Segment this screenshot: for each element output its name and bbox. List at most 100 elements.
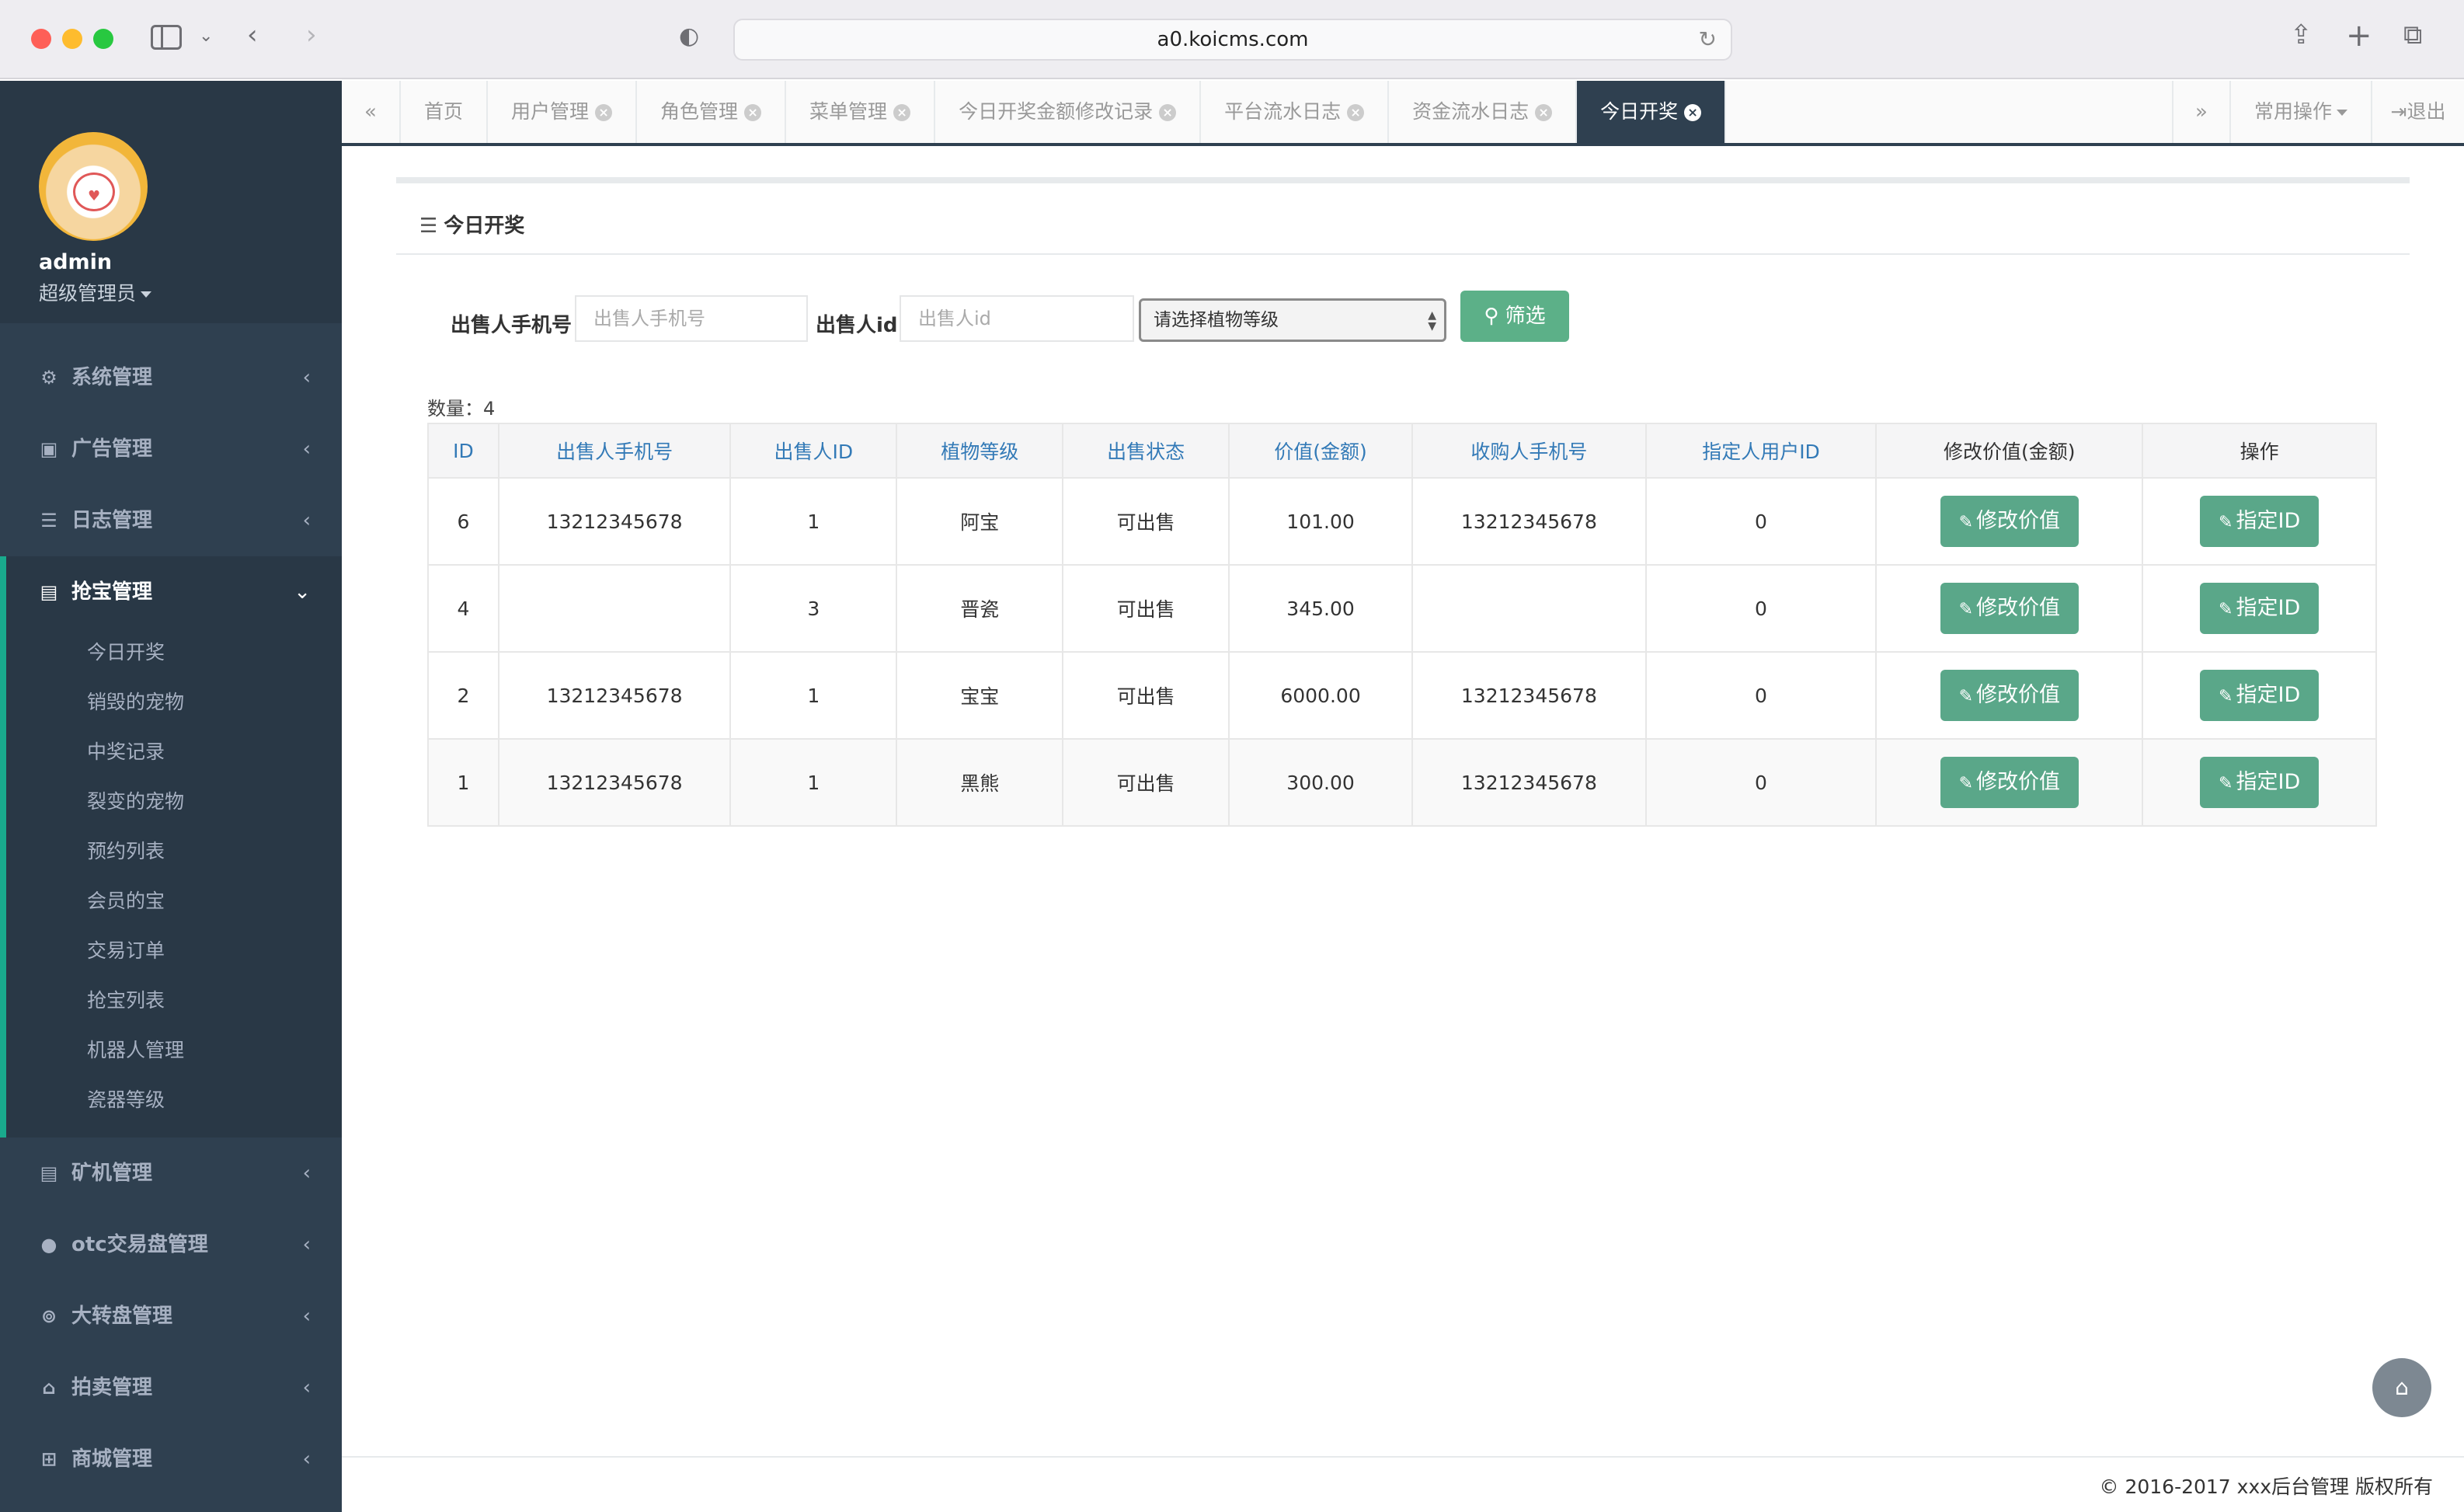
sidebar-item-otc[interactable]: ● otc交易盘管理 ‹ — [0, 1209, 342, 1280]
tab-scroll-right-icon[interactable]: » — [2172, 81, 2231, 143]
sidebar-item-label: otc交易盘管理 — [71, 1233, 208, 1256]
record-count: 数量：4 — [427, 398, 496, 420]
close-tab-icon[interactable]: × — [744, 104, 762, 121]
browser-toolbar: ⌄ ‹ › ◐ a0.koicms.com ↻ ⇪ + ⧉ — [0, 0, 2464, 79]
sidebar-subitem-destroyed-pets[interactable]: 销毁的宠物 — [6, 678, 342, 727]
tab-label: 用户管理 — [511, 100, 590, 123]
image-icon: ▣ — [40, 438, 58, 460]
common-ops-dropdown[interactable]: 常用操作 — [2231, 81, 2371, 143]
sidebar-item-label: 商城管理 — [71, 1448, 153, 1471]
sidebar-subitem-win-records[interactable]: 中奖记录 — [6, 727, 342, 777]
sidebar-item-miners[interactable]: ▤ 矿机管理 ‹ — [0, 1137, 342, 1209]
cell-buyer-phone: 13212345678 — [1411, 738, 1647, 827]
assign-id-button[interactable]: ✎ 指定ID — [2200, 583, 2320, 634]
assign-id-button[interactable]: ✎ 指定ID — [2200, 670, 2320, 721]
sidebar-item-logs[interactable]: ☰ 日志管理 ‹ — [0, 485, 342, 556]
close-tab-icon[interactable]: × — [1535, 104, 1553, 121]
sidebar-subitem-orders[interactable]: 交易订单 — [6, 926, 342, 976]
tab-list: 首页 用户管理 × 角色管理 × 菜单管理 × 今日开奖金额修改记录 × 平台流水日志 ×… — [401, 81, 1727, 143]
sidebar-item-wheel[interactable]: ⊚ 大转盘管理 ‹ — [0, 1280, 342, 1352]
sidebar-item-treasure[interactable]: ▤ 抢宝管理 ⌄ — [6, 556, 342, 628]
sidebar-subitem-fission-pets[interactable]: 裂变的宠物 — [6, 777, 342, 827]
new-tab-icon[interactable]: + — [2346, 20, 2372, 51]
pencil-icon: ✎ — [1958, 600, 1974, 619]
home-icon[interactable]: ⌂ — [2372, 1358, 2431, 1417]
pencil-icon: ✎ — [2219, 600, 2233, 619]
close-tab-icon[interactable]: × — [1684, 104, 1702, 121]
header-plant-grade[interactable]: 植物等级 — [896, 423, 1064, 479]
close-tab-icon[interactable]: × — [1159, 104, 1177, 121]
chevron-left-icon: ‹ — [302, 1162, 311, 1185]
profile-role-dropdown[interactable]: 超级管理员 — [39, 278, 152, 306]
header-edit-value: 修改价值(金额) — [1875, 423, 2144, 479]
sidebar-subitem-reservations[interactable]: 预约列表 — [6, 827, 342, 876]
filter-button[interactable]: ⚲ 筛选 — [1460, 291, 1569, 342]
chevron-down-icon[interactable]: ⌄ — [199, 28, 213, 45]
cart-icon: ⊞ — [40, 1448, 57, 1470]
cell-seller-id: 1 — [729, 738, 898, 827]
edit-value-button[interactable]: ✎ 修改价值 — [1940, 670, 2079, 721]
sidebar-item-label: 大转盘管理 — [71, 1305, 173, 1328]
back-icon[interactable]: ‹ — [247, 22, 258, 48]
cell-seller-id: 3 — [729, 564, 898, 653]
header-value[interactable]: 价值(金额) — [1228, 423, 1414, 479]
tab-menu-management[interactable]: 菜单管理 × — [786, 81, 936, 143]
chevron-left-icon: ‹ — [302, 366, 311, 389]
tab-role-management[interactable]: 角色管理 × — [637, 81, 787, 143]
sidebar-item-system[interactable]: ⚙ 系统管理 ‹ — [0, 342, 342, 413]
header-assignee-id[interactable]: 指定人用户ID — [1644, 423, 1878, 479]
header-sale-status[interactable]: 出售状态 — [1062, 423, 1230, 479]
tab-overview-icon[interactable]: ⧉ — [2403, 22, 2422, 48]
shield-icon[interactable]: ◐ — [679, 25, 699, 48]
forward-icon[interactable]: › — [306, 22, 317, 48]
avatar[interactable]: ♥ — [39, 132, 148, 241]
assign-id-button[interactable]: ✎ 指定ID — [2200, 496, 2320, 547]
close-tab-icon[interactable]: × — [893, 104, 911, 121]
header-buyer-phone[interactable]: 收购人手机号 — [1411, 423, 1647, 479]
edit-value-button[interactable]: ✎ 修改价值 — [1940, 757, 2079, 808]
tab-draw-amount-log[interactable]: 今日开奖金额修改记录 × — [935, 81, 1202, 143]
sidebar-subitem-member-treasure[interactable]: 会员的宝 — [6, 876, 342, 926]
sidebar-item-auction[interactable]: ⌂ 拍卖管理 ‹ — [0, 1352, 342, 1423]
sidebar-subitem-robots[interactable]: 机器人管理 — [6, 1026, 342, 1075]
tab-platform-flow-log[interactable]: 平台流水日志 × — [1201, 81, 1390, 143]
sidebar-item-ads[interactable]: ▣ 广告管理 ‹ — [0, 413, 342, 485]
sidebar-subitem-porcelain-grade[interactable]: 瓷器等级 — [6, 1075, 342, 1125]
sidebar-item-mall[interactable]: ⊞ 商城管理 ‹ — [0, 1423, 342, 1495]
sidebar-subitem-treasure-list[interactable]: 抢宝列表 — [6, 976, 342, 1026]
tab-user-management[interactable]: 用户管理 × — [488, 81, 638, 143]
plant-grade-select[interactable]: 请选择植物等级 ▲ ▼ — [1139, 298, 1446, 342]
list-icon: ☰ — [419, 214, 438, 238]
edit-value-button[interactable]: ✎ 修改价值 — [1940, 583, 2079, 634]
cell-sale-status: 可出售 — [1062, 738, 1230, 827]
tab-funds-flow-log[interactable]: 资金流水日志 × — [1389, 81, 1578, 143]
tab-home[interactable]: 首页 — [401, 81, 489, 143]
header-seller-id[interactable]: 出售人ID — [729, 423, 898, 479]
tab-scroll-left-icon[interactable]: « — [342, 81, 401, 143]
reload-icon[interactable]: ↻ — [1699, 20, 1717, 59]
zoom-window-button[interactable] — [93, 29, 113, 49]
sidebar-subitem-today-draw[interactable]: 今日开奖 — [6, 628, 342, 678]
cell-seller-phone: 13212345678 — [497, 651, 732, 740]
share-icon[interactable]: ⇪ — [2290, 22, 2313, 48]
cell-sale-status: 可出售 — [1062, 477, 1230, 566]
minimize-window-button[interactable] — [62, 29, 82, 49]
cell-id: 4 — [427, 564, 499, 653]
sidebar-toggle-icon[interactable] — [151, 25, 182, 50]
seller-phone-input[interactable] — [575, 295, 808, 342]
sidebar-group-treasure: ▤ 抢宝管理 ⌄ 今日开奖 销毁的宠物 中奖记录 裂变的宠物 预约列表 会员的宝 交… — [0, 556, 342, 1137]
address-bar[interactable]: a0.koicms.com ↻ — [733, 19, 1732, 61]
close-tab-icon[interactable]: × — [595, 104, 613, 121]
sidebar-item-label: 广告管理 — [71, 437, 153, 461]
tab-today-draw[interactable]: 今日开奖 × — [1577, 81, 1727, 143]
close-window-button[interactable] — [31, 29, 51, 49]
close-tab-icon[interactable]: × — [1347, 104, 1365, 121]
edit-value-button[interactable]: ✎ 修改价值 — [1940, 496, 2079, 547]
cell-seller-phone: 13212345678 — [497, 738, 732, 827]
seller-id-input[interactable] — [900, 295, 1134, 342]
header-id[interactable]: ID — [427, 423, 499, 479]
assign-id-button[interactable]: ✎ 指定ID — [2200, 757, 2320, 808]
cell-actions: ✎ 指定ID — [2142, 738, 2377, 827]
logout-button[interactable]: ⇥退出 — [2371, 81, 2464, 143]
header-seller-phone[interactable]: 出售人手机号 — [497, 423, 732, 479]
